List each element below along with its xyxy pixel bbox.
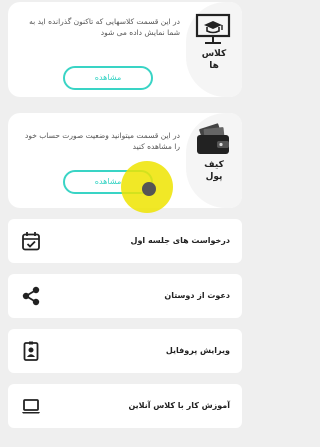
classes-title-line2: ها [209,61,219,71]
invite-friends-label: دعوت از دوستان [164,291,230,300]
classes-title-line1: کلاس [201,49,227,59]
online-class-tutorial-label: آموزش کار با کلاس آنلاین [128,401,230,410]
wallet-description: در این قسمت میتوانید وضعیت صورت حساب خود… [25,131,180,151]
wallet-title-line1: کیف [204,160,224,170]
share-icon [22,286,40,306]
edit-profile-label: ویرایش پروفایل [165,346,230,355]
classes-card: کلاس ها در این قسمت کلاسهایی که تاکنون گ… [8,2,242,97]
menu-item-first-session-requests[interactable]: درخواست های جلسه اول [8,219,242,263]
wallet-title-line2: پول [205,172,223,182]
wallet-card-header: کیف پول [186,113,242,208]
menu-item-invite-friends[interactable]: دعوت از دوستان [8,274,242,318]
classes-card-header: کلاس ها [186,2,242,97]
wallet-icon [197,123,229,154]
first-session-requests-label: درخواست های جلسه اول [130,236,231,245]
profile-badge-icon [23,341,39,361]
view-classes-button[interactable]: مشاهده [63,66,153,90]
classes-description: در این قسمت کلاسهایی که تاکنون گذرانده ا… [29,17,180,37]
touch-indicator-center [142,182,156,196]
calendar-check-icon [22,232,40,251]
laptop-icon [22,399,40,414]
menu-item-online-class-tutorial[interactable]: آموزش کار با کلاس آنلاین [8,384,242,428]
menu-item-edit-profile[interactable]: ویرایش پروفایل [8,329,242,373]
classroom-board-icon [195,13,231,44]
